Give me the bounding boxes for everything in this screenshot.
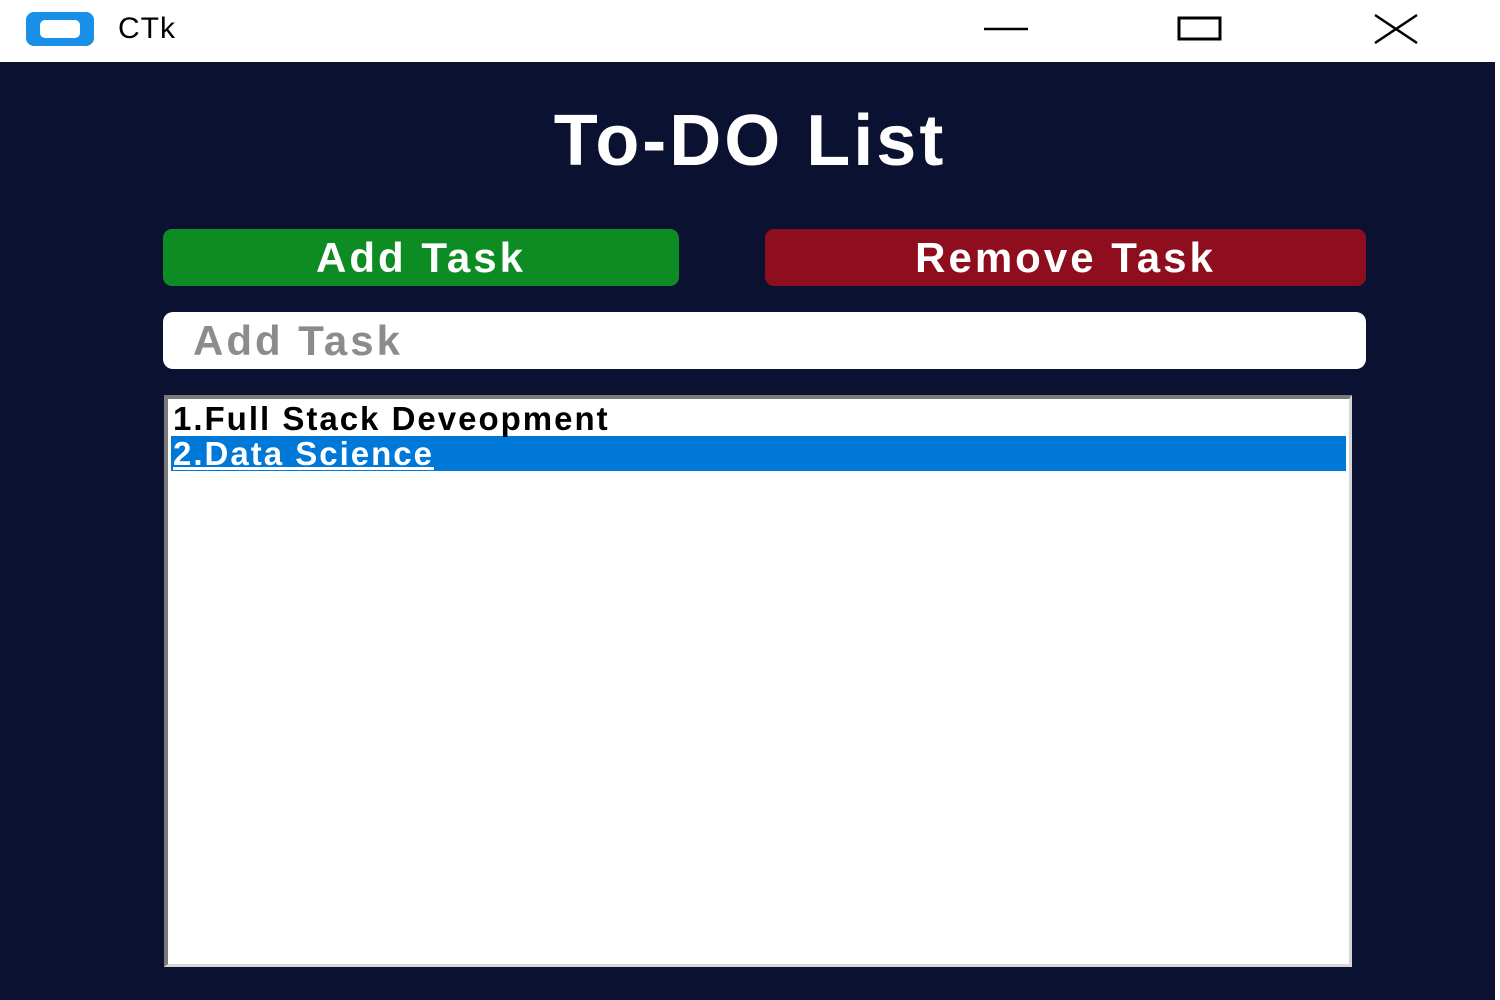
page-title: To-DO List: [553, 101, 947, 181]
maximize-button[interactable]: [1140, 0, 1260, 60]
task-listbox[interactable]: 1.Full Stack Deveopment 2.Data Science: [164, 395, 1352, 967]
app-icon: [26, 12, 94, 46]
remove-task-button[interactable]: Remove Task: [765, 229, 1366, 286]
minimize-icon: [984, 27, 1028, 31]
task-input[interactable]: [163, 312, 1366, 369]
title-bar[interactable]: CTk: [0, 0, 1500, 60]
task-item-2[interactable]: 2.Data Science: [171, 436, 1346, 471]
maximize-icon: [1177, 16, 1222, 41]
main-content: To-DO List Add Task Remove Task 1.Full S…: [0, 62, 1495, 1000]
task-item-label: 2.Data Science: [173, 435, 434, 472]
task-item-1[interactable]: 1.Full Stack Deveopment: [171, 401, 1346, 436]
app-window: CTk To-DO List Add Task Remove Task 1.Fu…: [0, 0, 1500, 1000]
add-task-button[interactable]: Add Task: [163, 229, 679, 286]
close-icon: [1374, 13, 1418, 45]
close-button[interactable]: [1336, 0, 1456, 60]
minimize-button[interactable]: [946, 0, 1066, 60]
task-item-label: 1.Full Stack Deveopment: [173, 400, 610, 437]
window-title: CTk: [118, 12, 176, 45]
